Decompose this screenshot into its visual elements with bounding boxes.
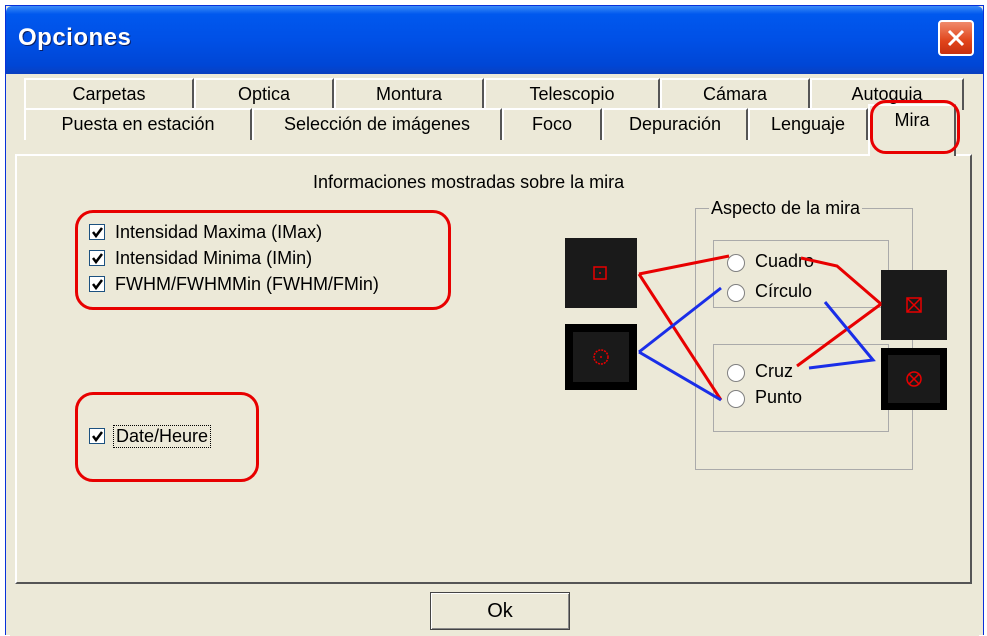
ok-button[interactable]: Ok (430, 592, 570, 630)
tab-seleccion-de-imagenes[interactable]: Selección de imágenes (252, 108, 502, 140)
close-icon (947, 29, 965, 47)
tab-montura[interactable]: Montura (334, 78, 484, 110)
tab-depuracion[interactable]: Depuración (602, 108, 748, 140)
tab-camara[interactable]: Cámara (660, 78, 810, 110)
tab-optica[interactable]: Optica (194, 78, 334, 110)
title-bar: Opciones (6, 6, 983, 74)
highlight-mira-tab (870, 100, 960, 154)
tab-lenguaje[interactable]: Lenguaje (748, 108, 868, 140)
tab-puesta-en-estacion[interactable]: Puesta en estación (24, 108, 252, 140)
tab-telescopio[interactable]: Telescopio (484, 78, 660, 110)
options-dialog: Opciones Carpetas Optica Montura Telesco… (5, 5, 984, 636)
mira-panel: Informaciones mostradas sobre la mira In… (15, 154, 972, 584)
close-button[interactable] (938, 20, 974, 56)
highlight-date (75, 392, 259, 482)
highlight-checks (75, 210, 451, 310)
tab-foco[interactable]: Foco (502, 108, 602, 140)
dialog-client: Carpetas Optica Montura Telescopio Cámar… (10, 74, 979, 636)
tab-carpetas[interactable]: Carpetas (24, 78, 194, 110)
window-title: Opciones (18, 24, 132, 51)
